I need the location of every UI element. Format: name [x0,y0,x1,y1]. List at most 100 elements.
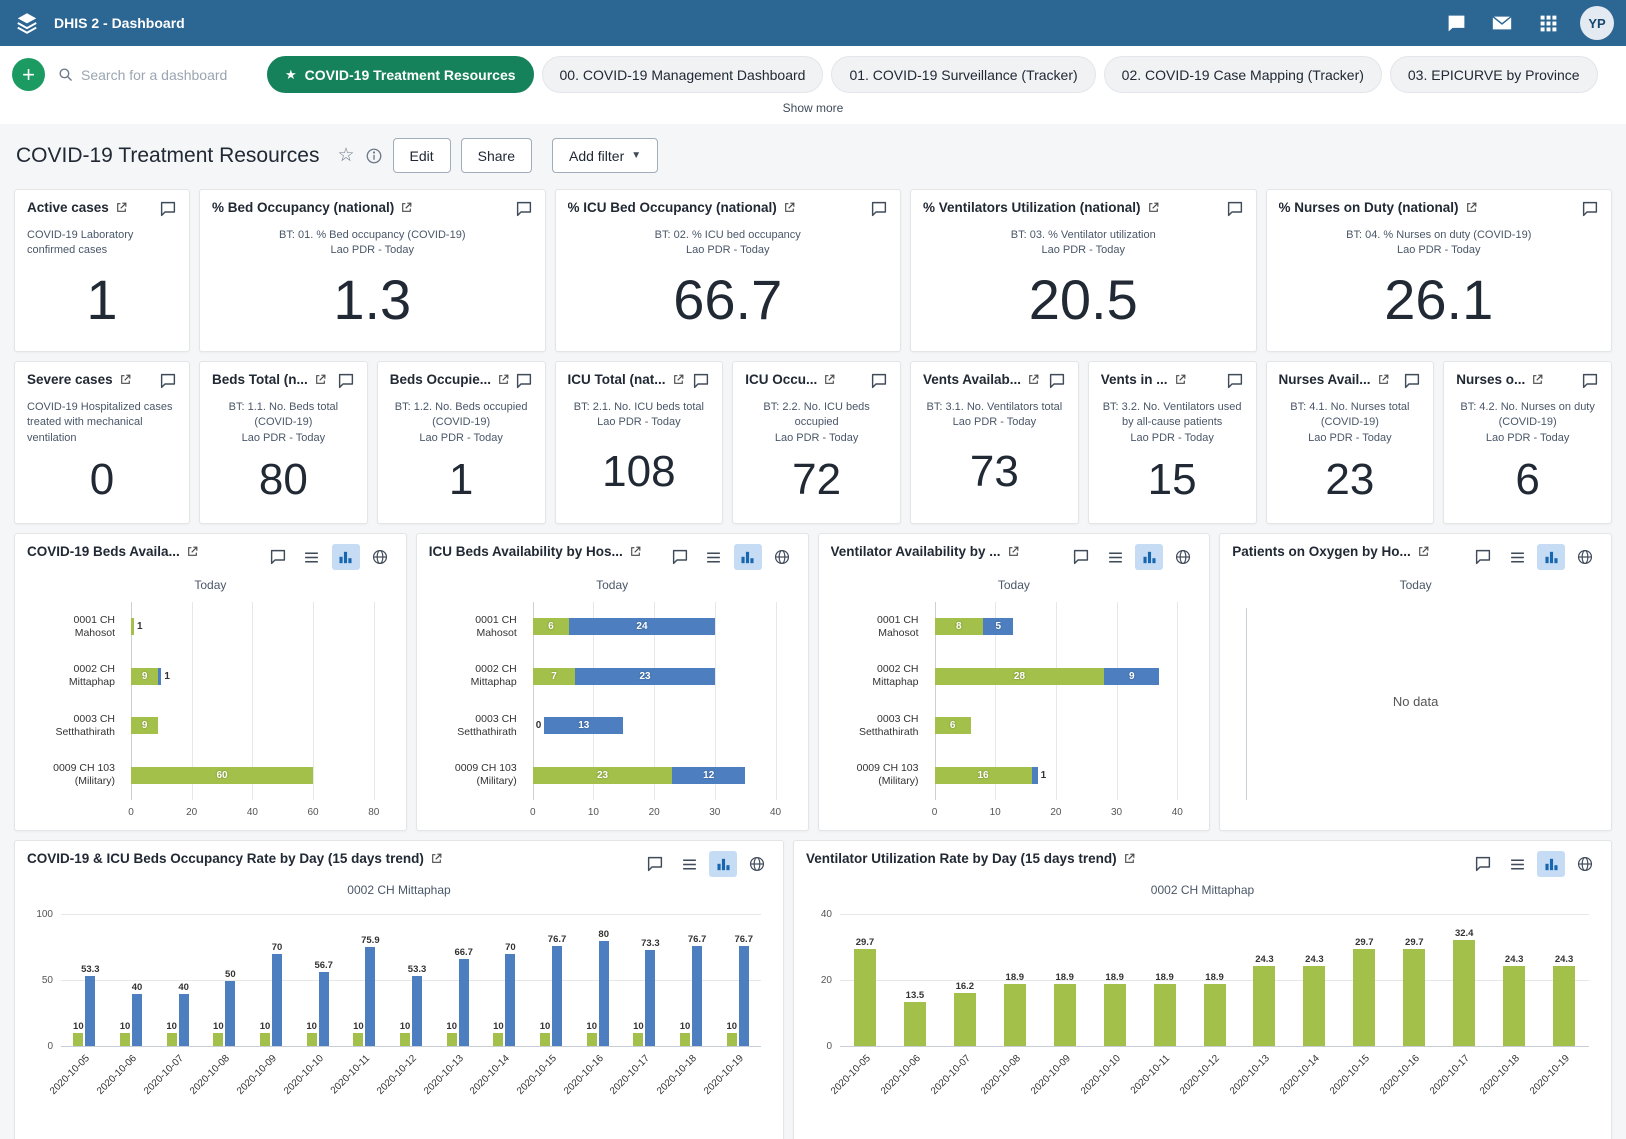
comments-icon[interactable] [641,851,669,877]
comments-icon[interactable] [337,372,355,390]
comments-icon[interactable] [870,200,888,218]
bar-group: 24.3 [1289,915,1339,1046]
open-in-app-icon[interactable] [1123,852,1136,865]
open-in-app-icon[interactable] [1417,545,1430,558]
kpi-value: 1 [390,446,533,513]
favorite-star-icon[interactable]: ☆ [337,146,354,165]
search-icon [57,66,74,83]
map-view-icon[interactable] [1169,544,1197,570]
chart-view-icon[interactable] [332,544,360,570]
chart-view-icon[interactable] [1537,544,1565,570]
map-view-icon[interactable] [1571,851,1599,877]
bar-group: 1070 [248,915,295,1046]
open-in-app-icon[interactable] [1377,373,1390,386]
open-in-app-icon[interactable] [1027,373,1040,386]
user-avatar[interactable]: YP [1580,6,1614,40]
comments-icon[interactable] [692,372,710,390]
comments-icon[interactable] [1048,372,1066,390]
bar-stack: 2312 [533,767,776,784]
dashboard-chip[interactable]: 03. EPICURVE by Province [1390,56,1598,93]
dashboard-chip-selected[interactable]: ★ COVID-19 Treatment Resources [267,56,534,93]
table-view-icon[interactable] [1503,851,1531,877]
subtitle-line: Lao PDR - Today [923,415,1066,430]
card-subtitle: COVID-19 Hospitalized cases treated with… [27,400,177,446]
open-in-app-icon[interactable] [1007,545,1020,558]
open-in-app-icon[interactable] [186,545,199,558]
table-view-icon[interactable] [700,544,728,570]
bar-value-label: 18.9 [1155,972,1174,983]
map-view-icon[interactable] [743,851,771,877]
bar: 10 [633,1033,643,1046]
open-in-app-icon[interactable] [314,373,327,386]
comments-icon[interactable] [1067,544,1095,570]
table-view-icon[interactable] [675,851,703,877]
trend-row: COVID-19 & ICU Beds Occupancy Rate by Da… [14,840,1612,1139]
axis-tick-label: 2020-10-05 [48,1053,92,1097]
comments-icon[interactable] [1403,372,1421,390]
comments-icon[interactable] [1469,851,1497,877]
card-title: COVID-19 Beds Availa... [27,544,199,559]
map-view-icon[interactable] [1571,544,1599,570]
add-filter-button[interactable]: Add filter ▼ [552,138,658,173]
map-view-icon[interactable] [366,544,394,570]
open-in-app-icon[interactable] [1531,373,1544,386]
comments-icon[interactable] [1226,372,1244,390]
dashboard-chip[interactable]: 00. COVID-19 Management Dashboard [542,56,824,93]
comments-icon[interactable] [264,544,292,570]
open-in-app-icon[interactable] [115,201,128,214]
chart-view-icon[interactable] [1537,851,1565,877]
bar-value-label: 5 [995,621,1001,632]
comments-icon[interactable] [1226,200,1244,218]
open-in-app-icon[interactable] [400,201,413,214]
comments-icon[interactable] [159,372,177,390]
axis-tick-label: 50 [42,975,53,986]
bar-segment: 9 [1104,668,1159,685]
comments-icon[interactable] [1581,372,1599,390]
comments-icon[interactable] [666,544,694,570]
bar-group: 1070 [481,915,528,1046]
chart-view-icon[interactable] [709,851,737,877]
map-view-icon[interactable] [768,544,796,570]
open-in-app-icon[interactable] [119,373,132,386]
comments-icon[interactable] [515,372,533,390]
table-view-icon[interactable] [1503,544,1531,570]
table-view-icon[interactable] [1101,544,1129,570]
share-button[interactable]: Share [461,138,532,173]
axis-tick-label: 100 [36,909,53,920]
new-dashboard-button[interactable]: + [12,58,45,91]
comments-icon[interactable] [1469,544,1497,570]
comments-icon[interactable] [1581,200,1599,218]
open-in-app-icon[interactable] [497,373,508,386]
comments-icon[interactable] [159,200,177,218]
chart-subtitle: Today [831,578,1198,592]
open-in-app-icon[interactable] [672,373,685,386]
card-title-text: Ventilator Utilization Rate by Day (15 d… [806,851,1117,866]
open-in-app-icon[interactable] [823,373,836,386]
chart-view-icon[interactable] [1135,544,1163,570]
show-more-link[interactable]: Show more [12,93,1614,124]
open-in-app-icon[interactable] [783,201,796,214]
card-subtitle: BT: 2.1. No. ICU beds totalLao PDR - Tod… [568,400,711,431]
bar-stack: 6 [935,717,1178,734]
comments-icon[interactable] [515,200,533,218]
dhis2-logo-icon[interactable] [12,8,42,38]
open-in-app-icon[interactable] [1174,373,1187,386]
messages-icon[interactable] [1436,3,1476,43]
table-view-icon[interactable] [298,544,326,570]
apps-grid-icon[interactable] [1528,3,1568,43]
open-in-app-icon[interactable] [430,852,443,865]
card-header: Ventilator Utilization Rate by Day (15 d… [806,851,1599,877]
comments-icon[interactable] [870,372,888,390]
dashboard-search-input[interactable] [81,67,249,83]
open-in-app-icon[interactable] [1465,201,1478,214]
dashboard-chip[interactable]: 01. COVID-19 Surveillance (Tracker) [831,56,1095,93]
info-icon[interactable] [365,147,383,165]
category-label: 0002 CH Mittaphap [31,652,123,702]
open-in-app-icon[interactable] [1147,201,1160,214]
mail-icon[interactable] [1482,3,1522,43]
open-in-app-icon[interactable] [629,545,642,558]
bar-value-label: 10 [213,1021,224,1032]
edit-button[interactable]: Edit [393,138,451,173]
dashboard-chip[interactable]: 02. COVID-19 Case Mapping (Tracker) [1104,56,1382,93]
chart-view-icon[interactable] [734,544,762,570]
